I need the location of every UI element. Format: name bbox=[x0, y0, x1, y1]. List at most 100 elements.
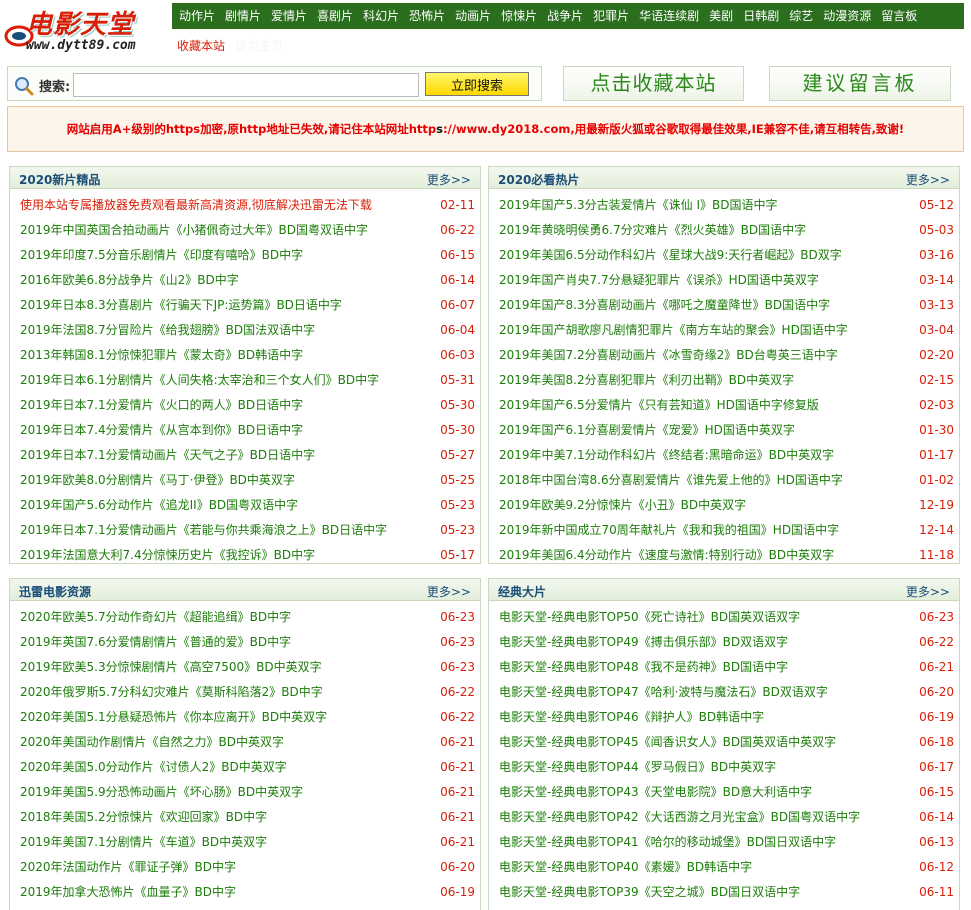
movie-link[interactable]: 电影天堂-经典电影TOP46《辩护人》BD韩语中字 bbox=[499, 710, 764, 724]
nav-us-series[interactable]: 美剧 bbox=[704, 3, 738, 29]
nav-variety[interactable]: 综艺 bbox=[784, 3, 818, 29]
nav-jk-series[interactable]: 日韩剧 bbox=[738, 3, 784, 29]
movie-list: 电影天堂-经典电影TOP50《死亡诗社》BD国英双语双字 06-23 电影天堂-经典… bbox=[489, 601, 959, 910]
more-link[interactable]: 更多>> bbox=[906, 583, 950, 600]
sub-bookmark-link[interactable]: 收藏本站 bbox=[172, 37, 230, 54]
movie-link[interactable]: 2019年美国7.2分喜剧动画片《冰雪奇缘2》BD台粤英三语中字 bbox=[499, 348, 838, 362]
movie-link[interactable]: 电影天堂-经典电影TOP44《罗马假日》BD中英双字 bbox=[499, 760, 776, 774]
nav-crime[interactable]: 犯罪片 bbox=[588, 3, 634, 29]
nav-scifi[interactable]: 科幻片 bbox=[358, 3, 404, 29]
movie-link[interactable]: 2016年欧美6.8分战争片《山2》BD中字 bbox=[20, 273, 239, 287]
movie-link[interactable]: 2020年欧美5.7分动作奇幻片《超能追缉》BD中字 bbox=[20, 610, 291, 624]
search-box: 搜索: 立即搜索 bbox=[7, 66, 542, 101]
movie-link[interactable]: 2019年日本7.4分爱情片《从宫本到你》BD日语中字 bbox=[20, 423, 303, 437]
nav-war[interactable]: 战争片 bbox=[542, 3, 588, 29]
movie-link[interactable]: 2019年欧美5.3分惊悚剧情片《高空7500》BD中英双字 bbox=[20, 660, 322, 674]
nav-anime[interactable]: 动漫资源 bbox=[818, 3, 876, 29]
list-item: 2019年国产8.3分喜剧动画片《哪吒之魔童降世》BD国语中字 03-13 bbox=[489, 293, 959, 318]
post-date: 06-21 bbox=[919, 660, 954, 674]
site-logo[interactable]: 电影天堂 www.dytt89.com bbox=[4, 4, 168, 56]
movie-link[interactable]: 2019年美国7.1分剧情片《车道》BD中英双字 bbox=[20, 835, 267, 849]
post-date: 02-20 bbox=[919, 348, 954, 362]
movie-link[interactable]: 2019年国产6.1分喜剧爱情片《宠爱》HD国语中英双字 bbox=[499, 423, 795, 437]
movie-link[interactable]: 2019年法国8.7分冒险片《给我翅膀》BD国法双语中字 bbox=[20, 323, 315, 337]
movie-link[interactable]: 电影天堂-经典电影TOP47《哈利·波特与魔法石》BD双语双字 bbox=[499, 685, 828, 699]
movie-link[interactable]: 2013年韩国8.1分惊悚犯罪片《蒙太奇》BD韩语中字 bbox=[20, 348, 303, 362]
movie-link[interactable]: 2020年美国5.1分悬疑恐怖片《你本应离开》BD中英双字 bbox=[20, 710, 327, 724]
movie-link[interactable]: 2019年黄晓明侯勇6.7分灾难片《烈火英雄》BD国语中字 bbox=[499, 223, 806, 237]
search-input[interactable] bbox=[73, 73, 419, 97]
post-date: 12-14 bbox=[919, 523, 954, 537]
nav-action[interactable]: 动作片 bbox=[174, 3, 220, 29]
movie-link[interactable]: 电影天堂-经典电影TOP45《闻香识女人》BD国英双语中英双字 bbox=[499, 735, 836, 749]
nav-comedy[interactable]: 喜剧片 bbox=[312, 3, 358, 29]
movie-link[interactable]: 2019年美国6.5分动作科幻片《星球大战9:天行者崛起》BD双字 bbox=[499, 248, 842, 262]
post-date: 03-04 bbox=[919, 323, 954, 337]
post-date: 06-19 bbox=[440, 885, 475, 899]
list-item: 电影天堂-经典电影TOP50《死亡诗社》BD国英双语双字 06-23 bbox=[489, 605, 959, 630]
post-date: 06-13 bbox=[919, 835, 954, 849]
movie-link[interactable]: 电影天堂-经典电影TOP43《天堂电影院》BD意大利语中字 bbox=[499, 785, 812, 799]
movie-link[interactable]: 2018年美国5.2分惊悚片《欢迎回家》BD中字 bbox=[20, 810, 267, 824]
movie-link[interactable]: 2019年国产胡歌廖凡剧情犯罪片《南方车站的聚会》HD国语中字 bbox=[499, 323, 848, 337]
movie-link[interactable]: 2019年国产5.3分古装爱情片《诛仙 I》BD国语中字 bbox=[499, 198, 777, 212]
movie-link[interactable]: 电影天堂-经典电影TOP49《搏击俱乐部》BD双语双字 bbox=[499, 635, 788, 649]
movie-link[interactable]: 2019年国产5.6分动作片《追龙II》BD国粤双语中字 bbox=[20, 498, 298, 512]
list-item: 2019年法国比利时剧情片《我来迷恋》BD中字06-19 bbox=[10, 905, 480, 910]
post-date: 06-22 bbox=[440, 710, 475, 724]
movie-link[interactable]: 2019年日本8.3分喜剧片《行骗天下JP:运势篇》BD日语中字 bbox=[20, 298, 342, 312]
movie-link[interactable]: 2019年国产8.3分喜剧动画片《哪吒之魔童降世》BD国语中字 bbox=[499, 298, 830, 312]
movie-link[interactable]: 2019年法国意大利7.4分惊悚历史片《我控诉》BD中字 bbox=[20, 548, 315, 562]
nav-guestbook[interactable]: 留言板 bbox=[876, 3, 922, 29]
guestbook-button[interactable]: 建议留言板 bbox=[769, 66, 951, 101]
movie-link[interactable]: 2019年日本7.1分爱情动画片《天气之子》BD日语中字 bbox=[20, 448, 315, 462]
list-item: 电影天堂-经典电影TOP44《罗马假日》BD中英双字 06-17 bbox=[489, 755, 959, 780]
movie-link[interactable]: 2019年中国英国合拍动画片《小猪佩奇过大年》BD国粤双语中字 bbox=[20, 223, 368, 237]
movie-link[interactable]: 2019年日本7.1分爱情片《火口的两人》BD日语中字 bbox=[20, 398, 303, 412]
movie-link[interactable]: 2019年印度7.5分音乐剧情片《印度有嘻哈》BD中字 bbox=[20, 248, 303, 262]
movie-link[interactable]: 使用本站专属播放器免费观看最新高清资源,彻底解决迅雷无法下载 bbox=[20, 198, 372, 212]
more-link[interactable]: 更多>> bbox=[906, 171, 950, 188]
sub-set-homepage-link[interactable]: 设为主页 bbox=[230, 37, 288, 54]
search-icon bbox=[15, 77, 34, 96]
list-item: 2019年日本7.4分爱情片《从宫本到你》BD日语中字 05-30 bbox=[10, 418, 480, 443]
nav-thriller[interactable]: 惊悚片 bbox=[496, 3, 542, 29]
movie-link[interactable]: 2019年日本7.1分爱情动画片《若能与你共乘海浪之上》BD日语中字 bbox=[20, 523, 387, 537]
movie-link[interactable]: 2019年中美7.1分动作科幻片《终结者:黑暗命运》BD中英双字 bbox=[499, 448, 834, 462]
nav-chinese-series[interactable]: 华语连续剧 bbox=[634, 3, 704, 29]
post-date: 05-30 bbox=[440, 398, 475, 412]
movie-list: 2020年欧美5.7分动作奇幻片《超能追缉》BD中字 06-23 2019年英国7.… bbox=[10, 601, 480, 910]
movie-link[interactable]: 电影天堂-经典电影TOP41《哈尔的移动城堡》BD国日双语中字 bbox=[499, 835, 836, 849]
movie-link[interactable]: 电影天堂-经典电影TOP39《天空之城》BD国日双语中字 bbox=[499, 885, 800, 899]
movie-link[interactable]: 2020年俄罗斯5.7分科幻灾难片《莫斯科陷落2》BD中字 bbox=[20, 685, 323, 699]
nav-horror[interactable]: 恐怖片 bbox=[404, 3, 450, 29]
movie-link[interactable]: 电影天堂-经典电影TOP48《我不是药神》BD国语中字 bbox=[499, 660, 788, 674]
movie-link[interactable]: 2020年法国动作片《罪证子弹》BD中字 bbox=[20, 860, 236, 874]
nav-drama[interactable]: 剧情片 bbox=[220, 3, 266, 29]
movie-link[interactable]: 2019年英国7.6分爱情剧情片《普通的爱》BD中字 bbox=[20, 635, 291, 649]
movie-link[interactable]: 2019年新中国成立70周年献礼片《我和我的祖国》HD国语中字 bbox=[499, 523, 839, 537]
movie-link[interactable]: 2019年国产6.5分爱情片《只有芸知道》HD国语中字修复版 bbox=[499, 398, 819, 412]
bookmark-site-button[interactable]: 点击收藏本站 bbox=[563, 66, 744, 101]
movie-link[interactable]: 2019年美国5.9分恐怖动画片《坏心肠》BD中英双字 bbox=[20, 785, 303, 799]
more-link[interactable]: 更多>> bbox=[427, 583, 471, 600]
movie-link[interactable]: 2020年美国动作剧情片《自然之力》BD中英双字 bbox=[20, 735, 284, 749]
movie-link[interactable]: 2019年加拿大恐怖片《血量子》BD中字 bbox=[20, 885, 236, 899]
movie-link[interactable]: 电影天堂-经典电影TOP50《死亡诗社》BD国英双语双字 bbox=[499, 610, 800, 624]
more-link[interactable]: 更多>> bbox=[427, 171, 471, 188]
movie-link[interactable]: 2019年日本6.1分剧情片《人间失格:太宰治和三个女人们》BD中字 bbox=[20, 373, 379, 387]
nav-animation[interactable]: 动画片 bbox=[450, 3, 496, 29]
movie-link[interactable]: 2019年欧美9.2分惊悚片《小丑》BD中英双字 bbox=[499, 498, 746, 512]
movie-link[interactable]: 2019年国产肖央7.7分悬疑犯罪片《误杀》HD国语中英双字 bbox=[499, 273, 819, 287]
search-button[interactable]: 立即搜索 bbox=[425, 72, 529, 96]
movie-link[interactable]: 2019年欧美8.0分剧情片《马丁·伊登》BD中英双字 bbox=[20, 473, 295, 487]
movie-link[interactable]: 2018年中国台湾8.6分喜剧爱情片《谁先爱上他的》HD国语中字 bbox=[499, 473, 843, 487]
movie-link[interactable]: 电影天堂-经典电影TOP40《素媛》BD韩语中字 bbox=[499, 860, 752, 874]
movie-link[interactable]: 2019年美国8.2分喜剧犯罪片《利刃出鞘》BD中英双字 bbox=[499, 373, 794, 387]
movie-link[interactable]: 2019年美国6.4分动作片《速度与激情:特别行动》BD中英双字 bbox=[499, 548, 834, 562]
nav-romance[interactable]: 爱情片 bbox=[266, 3, 312, 29]
list-item: 2019年中国英国合拍动画片《小猪佩奇过大年》BD国粤双语中字 06-22 bbox=[10, 218, 480, 243]
list-item: 电影天堂-经典电影TOP40《素媛》BD韩语中字 06-12 bbox=[489, 855, 959, 880]
movie-link[interactable]: 电影天堂-经典电影TOP42《大话西游之月光宝盒》BD国粤双语中字 bbox=[499, 810, 860, 824]
movie-link[interactable]: 2020年美国5.0分动作片《讨债人2》BD中英双字 bbox=[20, 760, 287, 774]
